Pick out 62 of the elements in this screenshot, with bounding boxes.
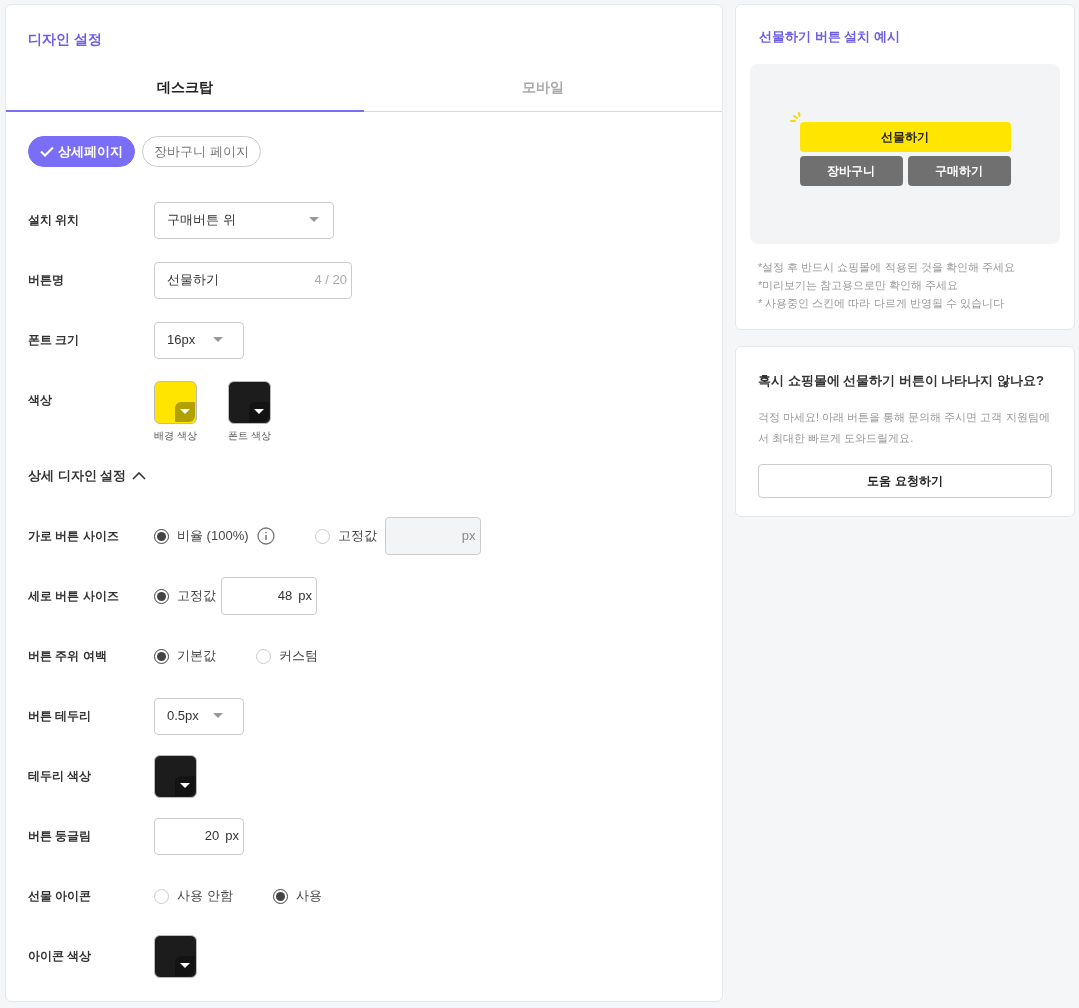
field-label: 버튼 주위 여백 (28, 648, 108, 665)
color-swatch[interactable] (154, 754, 197, 798)
swatch-label: 폰트 색상 (228, 429, 271, 443)
caret-icon (309, 217, 319, 223)
radio-label: 고정값 (177, 587, 216, 606)
caret-icon (175, 955, 195, 976)
input-value: 선물하기 (167, 271, 219, 290)
field-label: 세로 버튼 사이즈 (28, 588, 120, 605)
check-icon (40, 146, 54, 157)
dropdown[interactable]: 0.5px (154, 697, 244, 735)
button-preview: 장바구니 (799, 156, 903, 186)
caret-icon (249, 402, 269, 422)
color-swatch[interactable] (154, 381, 197, 424)
note-text: *설정 후 반드시 쇼핑몰에 적용된 것을 확인해 주세요 (758, 260, 1016, 275)
help-text: 걱정 마세요! 아래 버튼을 통해 문의해 주시면 고객 지원팀에서 최대한 빠르게 도와드릴게요. (758, 409, 1051, 446)
note-text: *미리보기는 참고용으로만 확인해 주세요 (758, 278, 960, 293)
field-label: 선물 아이콘 (28, 888, 93, 905)
field-label: 버튼 테두리 (28, 708, 93, 725)
note-text: * 사용중인 스킨에 따라 다르게 반영될 수 있습니다 (758, 296, 1005, 311)
radio-label: 비율 (100%) (177, 527, 249, 546)
radio-label: 사용 (295, 887, 322, 906)
field-label: 폰트 크기 (28, 332, 81, 349)
button-preview: 구매하기 (907, 156, 1011, 186)
field-label: 가로 버튼 사이즈 (28, 528, 120, 545)
section-toggle[interactable]: 상세 디자인 설정 (28, 465, 147, 486)
card-title: 혹시 쇼핑몰에 선물하기 버튼이 나타나지 않나요? (758, 372, 1045, 390)
field-label: 설치 위치 (28, 212, 81, 229)
page-chip[interactable]: 장바구니 페이지 (142, 136, 261, 167)
field-label: 테두리 색상 (28, 768, 93, 785)
caret-icon (213, 337, 223, 343)
page-chip[interactable]: 상세페이지 (28, 136, 135, 167)
caret-icon (175, 775, 195, 796)
radio-label: 사용 안함 (177, 887, 233, 906)
color-swatch[interactable] (228, 381, 271, 424)
color-swatch[interactable] (154, 934, 197, 978)
input-value: 48 (277, 587, 293, 606)
radio-label: 기본값 (177, 647, 216, 666)
text-field[interactable]: 선물하기 4 / 20 (154, 261, 352, 299)
info-icon[interactable] (256, 527, 275, 545)
swatch-label: 배경 색상 (154, 429, 197, 443)
character-counter: 4 / 20 (314, 271, 347, 290)
help-button[interactable]: 도움 요청하기 (758, 463, 1052, 498)
card-title: 선물하기 버튼 설치 예시 (758, 28, 901, 46)
caret-icon (213, 713, 223, 719)
radio-label: 고정값 (337, 527, 377, 546)
tab[interactable]: 데스크탑 (6, 64, 364, 112)
panel-title: 디자인 설정 (27, 30, 103, 49)
field-label: 색상 (28, 392, 53, 409)
unit-label: px (461, 527, 476, 546)
field-label: 버튼명 (28, 272, 65, 289)
number-field[interactable]: 48 px (221, 577, 317, 615)
field-label: 버튼 둥글림 (28, 828, 93, 845)
gift-button-preview: 선물하기 (799, 122, 1011, 152)
dropdown[interactable]: 구매버튼 위 (154, 201, 334, 239)
field-label: 아이콘 색상 (28, 948, 93, 965)
dropdown[interactable]: 16px (154, 321, 244, 359)
number-field[interactable]: 20 px (154, 817, 244, 855)
unit-label: px (298, 587, 312, 606)
unit-label: px (225, 827, 239, 846)
input-value: 20 (204, 827, 220, 846)
radio-label: 커스텀 (279, 647, 318, 666)
caret-icon (175, 402, 195, 422)
